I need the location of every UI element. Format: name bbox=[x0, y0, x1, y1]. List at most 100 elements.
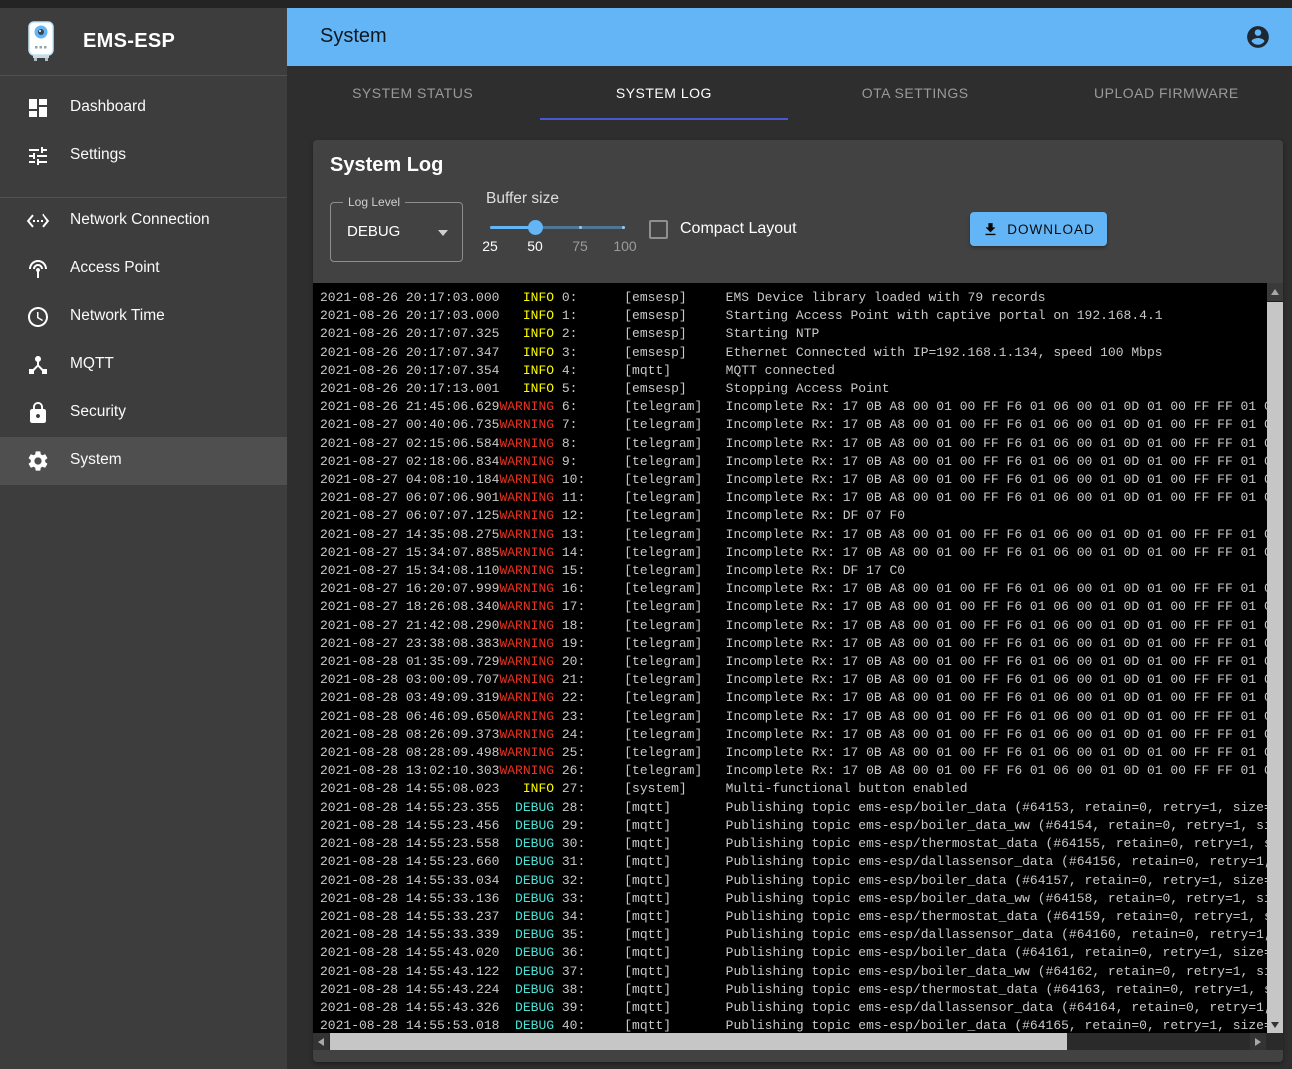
log-message: 22: [telegram] Incomplete Rx: 17 0B A8 0… bbox=[554, 690, 1267, 705]
compact-layout-label: Compact Layout bbox=[680, 220, 797, 238]
content: System Log Log Level DEBUG Buffer size 2… bbox=[287, 120, 1292, 1069]
log-message: 28: [mqtt] Publishing topic ems-esp/boil… bbox=[554, 800, 1267, 815]
log-line: 2021-08-26 21:45:06.629WARNING 6: [teleg… bbox=[320, 398, 1267, 416]
slider-mark-50[interactable]: 50 bbox=[520, 238, 550, 254]
log-timestamp: 2021-08-27 18:26:08.340 bbox=[320, 599, 499, 614]
log-message: 38: [mqtt] Publishing topic ems-esp/ther… bbox=[554, 982, 1267, 997]
sidebar-item-network-time[interactable]: Network Time bbox=[0, 293, 287, 341]
scroll-down-button[interactable] bbox=[1267, 1016, 1283, 1033]
log-level: DEBUG bbox=[499, 945, 554, 960]
log-timestamp: 2021-08-27 00:40:06.735 bbox=[320, 417, 499, 432]
log-level: WARNING bbox=[499, 581, 554, 596]
vertical-scrollbar-thumb[interactable] bbox=[1267, 302, 1283, 1016]
log-level: WARNING bbox=[499, 527, 554, 542]
log-message: 29: [mqtt] Publishing topic ems-esp/boil… bbox=[554, 818, 1267, 833]
sidebar-header: EMS-ESP bbox=[0, 8, 287, 76]
log-line: 2021-08-26 20:17:03.000 INFO 1: [emsesp]… bbox=[320, 307, 1267, 325]
log-line: 2021-08-27 02:15:06.584WARNING 8: [teleg… bbox=[320, 435, 1267, 453]
log-line: 2021-08-28 14:55:33.034 DEBUG 32: [mqtt]… bbox=[320, 872, 1267, 890]
log-level: DEBUG bbox=[499, 836, 554, 851]
log-line: 2021-08-28 14:55:23.660 DEBUG 31: [mqtt]… bbox=[320, 853, 1267, 871]
sidebar-item-system[interactable]: System bbox=[0, 437, 287, 485]
ethernet-icon bbox=[26, 209, 50, 233]
wifi-tethering-icon bbox=[26, 257, 50, 281]
log-line: 2021-08-28 14:55:43.326 DEBUG 39: [mqtt]… bbox=[320, 999, 1267, 1017]
log-line: 2021-08-28 03:00:09.707WARNING 21: [tele… bbox=[320, 671, 1267, 689]
log-level-select[interactable]: Log Level DEBUG bbox=[330, 202, 463, 262]
tab-ota-settings[interactable]: OTA SETTINGS bbox=[790, 66, 1041, 120]
log-line: 2021-08-28 14:55:23.355 DEBUG 28: [mqtt]… bbox=[320, 799, 1267, 817]
vertical-scrollbar[interactable] bbox=[1267, 283, 1283, 1033]
log-level: DEBUG bbox=[499, 891, 554, 906]
log-line: 2021-08-28 14:55:43.224 DEBUG 38: [mqtt]… bbox=[320, 981, 1267, 999]
page: EMS-ESP Dashboard Settings Network Conne… bbox=[0, 0, 1292, 1069]
slider-mark-100[interactable]: 100 bbox=[610, 238, 640, 254]
account-circle-icon[interactable] bbox=[1245, 24, 1271, 50]
slider-mark-25[interactable]: 25 bbox=[475, 238, 505, 254]
slider-mark-75[interactable]: 75 bbox=[565, 238, 595, 254]
sidebar-item-access-point[interactable]: Access Point bbox=[0, 245, 287, 293]
log-message: 26: [telegram] Incomplete Rx: 17 0B A8 0… bbox=[554, 763, 1267, 778]
log-level: DEBUG bbox=[499, 964, 554, 979]
log-message: 31: [mqtt] Publishing topic ems-esp/dall… bbox=[554, 854, 1267, 869]
sidebar-item-security[interactable]: Security bbox=[0, 389, 287, 437]
slider-thumb[interactable] bbox=[528, 220, 543, 235]
download-button[interactable]: DOWNLOAD bbox=[970, 212, 1107, 246]
log-level: DEBUG bbox=[499, 1000, 554, 1015]
scroll-right-button[interactable] bbox=[1250, 1033, 1266, 1050]
log-level: WARNING bbox=[499, 672, 554, 687]
log-timestamp: 2021-08-28 14:55:53.018 bbox=[320, 1018, 499, 1033]
horizontal-scrollbar[interactable] bbox=[313, 1033, 1283, 1050]
arrow-left-icon bbox=[318, 1038, 324, 1046]
log-message: 6: [telegram] Incomplete Rx: 17 0B A8 00… bbox=[554, 399, 1267, 414]
sidebar-item-settings[interactable]: Settings bbox=[0, 132, 287, 180]
tabbar: SYSTEM STATUS SYSTEM LOG OTA SETTINGS UP… bbox=[287, 66, 1292, 120]
log-timestamp: 2021-08-26 20:17:03.000 bbox=[320, 308, 499, 323]
device-hub-icon bbox=[26, 353, 50, 377]
log-line: 2021-08-26 20:17:03.000 INFO 0: [emsesp]… bbox=[320, 289, 1267, 307]
sidebar: EMS-ESP Dashboard Settings Network Conne… bbox=[0, 8, 287, 1069]
log-timestamp: 2021-08-28 14:55:23.558 bbox=[320, 836, 499, 851]
horizontal-scrollbar-thumb[interactable] bbox=[330, 1033, 1067, 1050]
log-level: INFO bbox=[499, 290, 554, 305]
log-line: 2021-08-27 00:40:06.735WARNING 7: [teleg… bbox=[320, 416, 1267, 434]
log-timestamp: 2021-08-27 16:20:07.999 bbox=[320, 581, 499, 596]
scroll-up-button[interactable] bbox=[1267, 283, 1283, 301]
tab-upload-firmware[interactable]: UPLOAD FIRMWARE bbox=[1041, 66, 1292, 120]
log-message: 39: [mqtt] Publishing topic ems-esp/dall… bbox=[554, 1000, 1267, 1015]
log-lines: 2021-08-26 20:17:03.000 INFO 0: [emsesp]… bbox=[313, 283, 1267, 1033]
log-timestamp: 2021-08-27 21:42:08.290 bbox=[320, 618, 499, 633]
sidebar-item-mqtt[interactable]: MQTT bbox=[0, 341, 287, 389]
arrow-down-icon bbox=[1271, 1022, 1279, 1028]
log-level: WARNING bbox=[499, 399, 554, 414]
sidebar-item-network-connection[interactable]: Network Connection bbox=[0, 197, 287, 245]
sidebar-item-dashboard[interactable]: Dashboard bbox=[0, 84, 287, 132]
log-message: 2: [emsesp] Starting NTP bbox=[554, 326, 819, 341]
log-level: DEBUG bbox=[499, 818, 554, 833]
tab-label: OTA SETTINGS bbox=[862, 85, 969, 101]
log-timestamp: 2021-08-28 14:55:23.355 bbox=[320, 800, 499, 815]
log-level: WARNING bbox=[499, 636, 554, 651]
log-level: DEBUG bbox=[499, 927, 554, 942]
log-line: 2021-08-28 14:55:43.122 DEBUG 37: [mqtt]… bbox=[320, 963, 1267, 981]
arrow-right-icon bbox=[1255, 1038, 1261, 1046]
log-message: 27: [system] Multi-functional button ena… bbox=[554, 781, 967, 796]
log-level: DEBUG bbox=[499, 982, 554, 997]
log-level: WARNING bbox=[499, 454, 554, 469]
page-title: System bbox=[320, 25, 387, 48]
log-level: DEBUG bbox=[499, 800, 554, 815]
compact-layout-checkbox[interactable] bbox=[649, 220, 668, 239]
scroll-left-button[interactable] bbox=[313, 1033, 329, 1050]
log-timestamp: 2021-08-27 23:38:08.383 bbox=[320, 636, 499, 651]
sidebar-item-label: Dashboard bbox=[70, 98, 146, 116]
tab-system-log[interactable]: SYSTEM LOG bbox=[538, 66, 789, 120]
log-timestamp: 2021-08-28 14:55:43.224 bbox=[320, 982, 499, 997]
buffer-size-label: Buffer size bbox=[486, 190, 559, 208]
log-line: 2021-08-27 18:26:08.340WARNING 17: [tele… bbox=[320, 598, 1267, 616]
slider-mark-dot bbox=[622, 226, 625, 229]
buffer-size-slider[interactable] bbox=[490, 220, 625, 236]
tab-system-status[interactable]: SYSTEM STATUS bbox=[287, 66, 538, 120]
log-timestamp: 2021-08-28 14:55:08.023 bbox=[320, 781, 499, 796]
lock-icon bbox=[26, 401, 50, 425]
system-log-card: System Log Log Level DEBUG Buffer size 2… bbox=[313, 140, 1283, 1062]
